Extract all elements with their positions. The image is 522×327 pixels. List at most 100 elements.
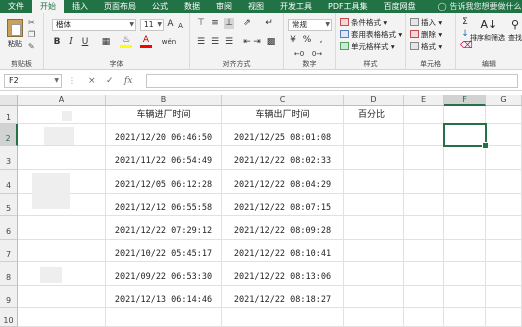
tab-baidu-netdisk[interactable]: 百度网盘 xyxy=(376,0,424,13)
bold-button[interactable]: B xyxy=(52,37,62,48)
cell-c6[interactable]: 2021/12/22 08:09:28 xyxy=(222,216,344,240)
align-top-icon[interactable]: ⊤ xyxy=(196,18,206,29)
shrink-font-button[interactable]: A xyxy=(176,21,185,32)
cell-b1[interactable]: 车辆进厂时间 xyxy=(106,106,222,124)
decrease-indent-icon[interactable]: ⇤ xyxy=(242,37,252,48)
column-header-c[interactable]: C xyxy=(222,95,344,106)
cancel-icon[interactable]: × xyxy=(88,74,96,88)
cell-g7[interactable] xyxy=(486,240,522,262)
delete-button[interactable]: 删除 ▾ xyxy=(410,29,442,40)
conditional-format-button[interactable]: 条件格式 ▾ xyxy=(340,17,387,28)
cell-d5[interactable] xyxy=(344,194,404,216)
cell-g1[interactable] xyxy=(486,106,522,124)
cell-styles-button[interactable]: 单元格样式 ▾ xyxy=(340,41,395,52)
cell-a3[interactable] xyxy=(18,146,106,170)
cell-c10[interactable] xyxy=(222,308,344,327)
row-header-8[interactable]: 8 xyxy=(0,262,18,286)
cell-b7[interactable]: 2021/10/22 05:45:17 xyxy=(106,240,222,262)
tab-formulas[interactable]: 公式 xyxy=(144,0,176,13)
cell-a10[interactable] xyxy=(18,308,106,327)
align-middle-icon[interactable]: ≡ xyxy=(210,18,220,29)
tab-insert[interactable]: 插入 xyxy=(64,0,96,13)
cell-b9[interactable]: 2021/12/13 06:14:46 xyxy=(106,286,222,308)
cell-c3[interactable]: 2021/12/22 08:02:33 xyxy=(222,146,344,170)
cell-e6[interactable] xyxy=(404,216,444,240)
cell-g4[interactable] xyxy=(486,170,522,194)
italic-button[interactable]: I xyxy=(66,37,76,48)
row-header-10[interactable]: 10 xyxy=(0,308,18,327)
cell-d7[interactable] xyxy=(344,240,404,262)
tab-view[interactable]: 视图 xyxy=(240,0,272,13)
row-header-7[interactable]: 7 xyxy=(0,240,18,262)
enter-icon[interactable]: ✓ xyxy=(106,74,114,88)
align-bottom-icon[interactable]: ⊥ xyxy=(224,18,234,29)
align-left-icon[interactable]: ☰ xyxy=(196,37,206,48)
wrap-text-icon[interactable]: ↵ xyxy=(262,18,276,29)
cell-f10[interactable] xyxy=(444,308,486,327)
cell-f6[interactable] xyxy=(444,216,486,240)
font-name-select[interactable]: 楷体 ▼ xyxy=(52,19,136,31)
cell-d2[interactable] xyxy=(344,124,404,146)
name-box[interactable]: F2 ▼ xyxy=(4,74,62,88)
row-header-5[interactable]: 5 xyxy=(0,194,18,216)
cell-f5[interactable] xyxy=(444,194,486,216)
cell-e8[interactable] xyxy=(404,262,444,286)
font-size-select[interactable]: 11 ▼ xyxy=(140,19,164,31)
cell-d6[interactable] xyxy=(344,216,404,240)
column-header-d[interactable]: D xyxy=(344,95,404,106)
find-select-button[interactable]: ⚲ 查找 xyxy=(508,18,522,43)
tab-pdf-tools[interactable]: PDF工具集 xyxy=(320,0,376,13)
align-center-icon[interactable]: ☰ xyxy=(210,37,220,48)
cell-c8[interactable]: 2021/12/22 08:13:06 xyxy=(222,262,344,286)
cell-g9[interactable] xyxy=(486,286,522,308)
cell-f7[interactable] xyxy=(444,240,486,262)
fill-color-icon[interactable]: ♨ xyxy=(120,35,132,48)
column-header-b[interactable]: B xyxy=(106,95,222,106)
cell-b6[interactable]: 2021/12/22 07:29:12 xyxy=(106,216,222,240)
cell-b8[interactable]: 2021/09/22 06:53:30 xyxy=(106,262,222,286)
cell-d8[interactable] xyxy=(344,262,404,286)
cell-e5[interactable] xyxy=(404,194,444,216)
cell-g8[interactable] xyxy=(486,262,522,286)
cell-g2[interactable] xyxy=(486,124,522,146)
column-header-e[interactable]: E xyxy=(404,95,444,106)
row-header-3[interactable]: 3 xyxy=(0,146,18,170)
insert-button[interactable]: 插入 ▾ xyxy=(410,17,442,28)
cell-b3[interactable]: 2021/11/22 06:54:49 xyxy=(106,146,222,170)
format-as-table-button[interactable]: 套用表格格式 ▾ xyxy=(340,29,402,40)
cell-a9[interactable] xyxy=(18,286,106,308)
column-header-g[interactable]: G xyxy=(486,95,522,106)
cell-g10[interactable] xyxy=(486,308,522,327)
copy-icon[interactable]: ❐ xyxy=(28,29,38,41)
cell-g6[interactable] xyxy=(486,216,522,240)
cell-f8[interactable] xyxy=(444,262,486,286)
column-header-a[interactable]: A xyxy=(18,95,106,106)
cell-g5[interactable] xyxy=(486,194,522,216)
cell-c1[interactable]: 车辆出厂时间 xyxy=(222,106,344,124)
comma-button[interactable]: , xyxy=(316,35,326,46)
number-format-select[interactable]: 常规 ▼ xyxy=(288,19,332,31)
row-header-4[interactable]: 4 xyxy=(0,170,18,194)
borders-icon[interactable]: ▦ xyxy=(100,37,112,48)
cell-e4[interactable] xyxy=(404,170,444,194)
tab-page-layout[interactable]: 页面布局 xyxy=(96,0,144,13)
phonetic-button[interactable]: wén xyxy=(160,37,178,48)
row-header-6[interactable]: 6 xyxy=(0,216,18,240)
row-header-1[interactable]: 1 xyxy=(0,106,18,124)
cell-d3[interactable] xyxy=(344,146,404,170)
merge-center-icon[interactable]: ▩ xyxy=(264,37,278,48)
cell-d9[interactable] xyxy=(344,286,404,308)
fill-icon[interactable]: ↓ xyxy=(460,29,470,40)
tab-file[interactable]: 文件 xyxy=(0,0,32,13)
cell-e9[interactable] xyxy=(404,286,444,308)
cell-e3[interactable] xyxy=(404,146,444,170)
cell-f3[interactable] xyxy=(444,146,486,170)
column-header-f[interactable]: F xyxy=(444,95,486,106)
cell-d10[interactable] xyxy=(344,308,404,327)
text-orientation-icon[interactable]: ⇗ xyxy=(242,18,252,29)
underline-button[interactable]: U xyxy=(80,37,90,48)
cell-a6[interactable] xyxy=(18,216,106,240)
cell-c2[interactable]: 2021/12/25 08:01:08 xyxy=(222,124,344,146)
cell-c7[interactable]: 2021/12/22 08:10:41 xyxy=(222,240,344,262)
cell-c4[interactable]: 2021/12/22 08:04:29 xyxy=(222,170,344,194)
